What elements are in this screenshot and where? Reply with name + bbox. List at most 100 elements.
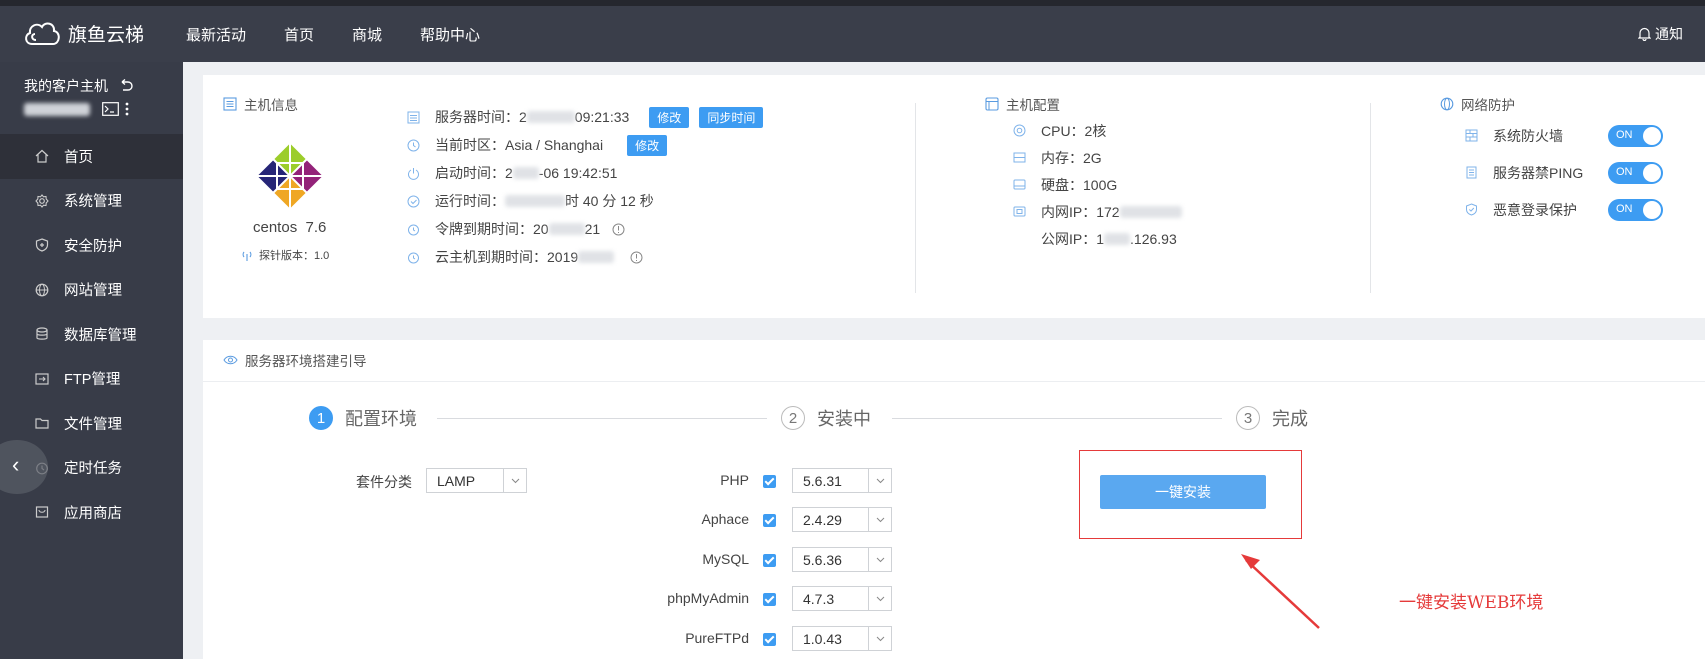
software-label-phpmyadmin: phpMyAdmin — [667, 590, 749, 606]
firewall-toggle[interactable]: ON — [1608, 124, 1663, 147]
sidebar-item-store[interactable]: 应用商店 — [0, 490, 183, 535]
logo[interactable]: 旗鱼云梯 — [22, 18, 144, 48]
redacted-date — [526, 111, 575, 123]
divider — [1370, 103, 1371, 293]
step-1: 1 配置环境 — [309, 405, 417, 431]
sidebar-title: 我的客户主机 — [24, 78, 108, 94]
sidebar-item-files[interactable]: 文件管理 — [0, 401, 183, 446]
software-label-apache: Aphace — [701, 511, 749, 527]
pureftpd-version-select[interactable]: 1.0.43 — [792, 626, 892, 651]
redacted-uptime — [505, 195, 565, 207]
sidebar-item-system[interactable]: 系统管理 — [0, 179, 183, 224]
alarm-icon — [405, 249, 421, 265]
notify-label: 通知 — [1655, 26, 1683, 42]
top-bar: 旗鱼云梯 最新活动 首页 商城 帮助中心 通知 — [0, 0, 1705, 62]
sidebar-item-label: 文件管理 — [64, 416, 122, 433]
chevron-down-icon — [503, 469, 526, 492]
chevron-down-icon — [868, 587, 891, 610]
sidebar: 我的客户主机 首页 系统管理 安全防护 网站管理 数据库管理 FTP管理 文件管… — [0, 62, 183, 659]
host-config-list: CPU：2核 内存：2G 硬盘：100G 内网IP：172 公网IP：1.126… — [1011, 117, 1182, 252]
calendar-icon — [405, 109, 421, 125]
sidebar-item-website[interactable]: 网站管理 — [0, 268, 183, 313]
probe-version: 探针版本：1.0 — [241, 247, 329, 263]
info-circle-icon[interactable] — [612, 223, 625, 236]
redacted-date — [512, 167, 539, 179]
pureftpd-checkbox[interactable] — [763, 633, 776, 646]
step-2: 2 安装中 — [781, 405, 871, 431]
nav-latest-activity[interactable]: 最新活动 — [186, 24, 246, 45]
modify-timezone-button[interactable]: 修改 — [627, 134, 668, 156]
nav-home[interactable]: 首页 — [284, 24, 314, 45]
public-ip-row: 公网IP：1.126.93 — [1041, 230, 1177, 247]
window-icon — [985, 97, 999, 111]
suite-select[interactable]: LAMP — [426, 468, 527, 493]
check-circle-icon — [405, 193, 421, 209]
globe-icon — [34, 282, 50, 298]
one-click-install-button[interactable]: 一键安装 — [1100, 475, 1266, 509]
store-icon — [34, 504, 50, 520]
more-vertical-icon[interactable] — [125, 102, 129, 116]
logo-text: 旗鱼云梯 — [68, 24, 145, 46]
disk-row: 硬盘：100G — [1011, 171, 1182, 198]
apache-version-select[interactable]: 2.4.29 — [792, 507, 892, 532]
cpu-icon — [1011, 123, 1027, 139]
modify-time-button[interactable]: 修改 — [649, 106, 690, 128]
timezone-row: 当前时区：Asia / Shanghai 修改 — [405, 131, 763, 159]
cpu-row: CPU：2核 — [1011, 117, 1182, 144]
sidebar-item-home[interactable]: 首页 — [0, 134, 183, 179]
eye-icon — [223, 355, 238, 365]
power-icon — [405, 165, 421, 181]
mysql-checkbox[interactable] — [763, 554, 776, 567]
terminal-icon[interactable] — [102, 102, 119, 116]
host-config-title: 主机配置 — [985, 94, 1060, 114]
nav-help-center[interactable]: 帮助中心 — [420, 24, 480, 45]
database-icon — [34, 326, 50, 342]
globe-icon — [1440, 97, 1454, 111]
cloud-logo-icon — [25, 22, 60, 45]
host-overview-card: 主机信息 centos 7.6 探针版本：1.0 服务器时间：2 09:21:33… — [203, 75, 1705, 318]
sidebar-item-ftp[interactable]: FTP管理 — [0, 357, 183, 402]
sidebar-item-label: 网站管理 — [64, 283, 122, 300]
host-info-list: 服务器时间：2 09:21:33 修改 同步时间 当前时区：Asia / Shan… — [405, 103, 764, 271]
redacted-date — [548, 223, 585, 235]
top-nav: 最新活动 首页 商城 帮助中心 — [186, 24, 518, 45]
software-label-pureftpd: PureFTPd — [685, 630, 749, 646]
list-icon — [223, 97, 237, 111]
mysql-version-select[interactable]: 5.6.36 — [792, 547, 892, 572]
phpmyadmin-checkbox[interactable] — [763, 593, 776, 606]
undo-icon[interactable] — [118, 79, 134, 93]
centos-logo — [257, 143, 323, 209]
alarm-icon — [405, 221, 421, 237]
host-info-title: 主机信息 — [223, 94, 298, 114]
info-circle-icon[interactable] — [630, 251, 643, 264]
chevron-down-icon — [868, 548, 891, 571]
sync-time-button[interactable]: 同步时间 — [699, 106, 764, 128]
php-checkbox[interactable] — [763, 475, 776, 488]
net-protect-list: 系统防火墙 ON 服务器禁PING ON 恶意登录保护 ON — [1463, 117, 1663, 228]
redacted-ip — [1104, 232, 1131, 245]
inner-ip-row: 内网IP：172 — [1011, 198, 1182, 225]
memory-icon — [1011, 150, 1027, 166]
annotation-text: 一键安装WEB环境 — [1399, 593, 1544, 613]
nav-mall[interactable]: 商城 — [352, 24, 382, 45]
suite-label: 套件分类 — [356, 474, 412, 490]
server-icon — [1463, 165, 1479, 181]
bell-icon — [1638, 27, 1651, 41]
net-protect-title: 网络防护 — [1440, 94, 1515, 114]
login-protect-toggle[interactable]: ON — [1608, 198, 1663, 221]
shield-icon — [34, 237, 50, 253]
sidebar-item-database[interactable]: 数据库管理 — [0, 312, 183, 357]
php-version-select[interactable]: 5.6.31 — [792, 468, 892, 493]
apache-checkbox[interactable] — [763, 514, 776, 527]
sidebar-item-label: 系统管理 — [64, 194, 122, 211]
phpmyadmin-version-select[interactable]: 4.7.3 — [792, 586, 892, 611]
signal-icon — [242, 251, 252, 261]
chevron-down-icon — [868, 508, 891, 531]
firewall-icon — [1463, 128, 1479, 144]
chevron-down-icon — [868, 469, 891, 492]
notify-button[interactable]: 通知 — [1638, 24, 1683, 44]
sidebar-item-security[interactable]: 安全防护 — [0, 223, 183, 268]
step-connector — [892, 418, 1222, 419]
redacted-date — [578, 251, 615, 263]
ping-toggle[interactable]: ON — [1608, 161, 1663, 184]
